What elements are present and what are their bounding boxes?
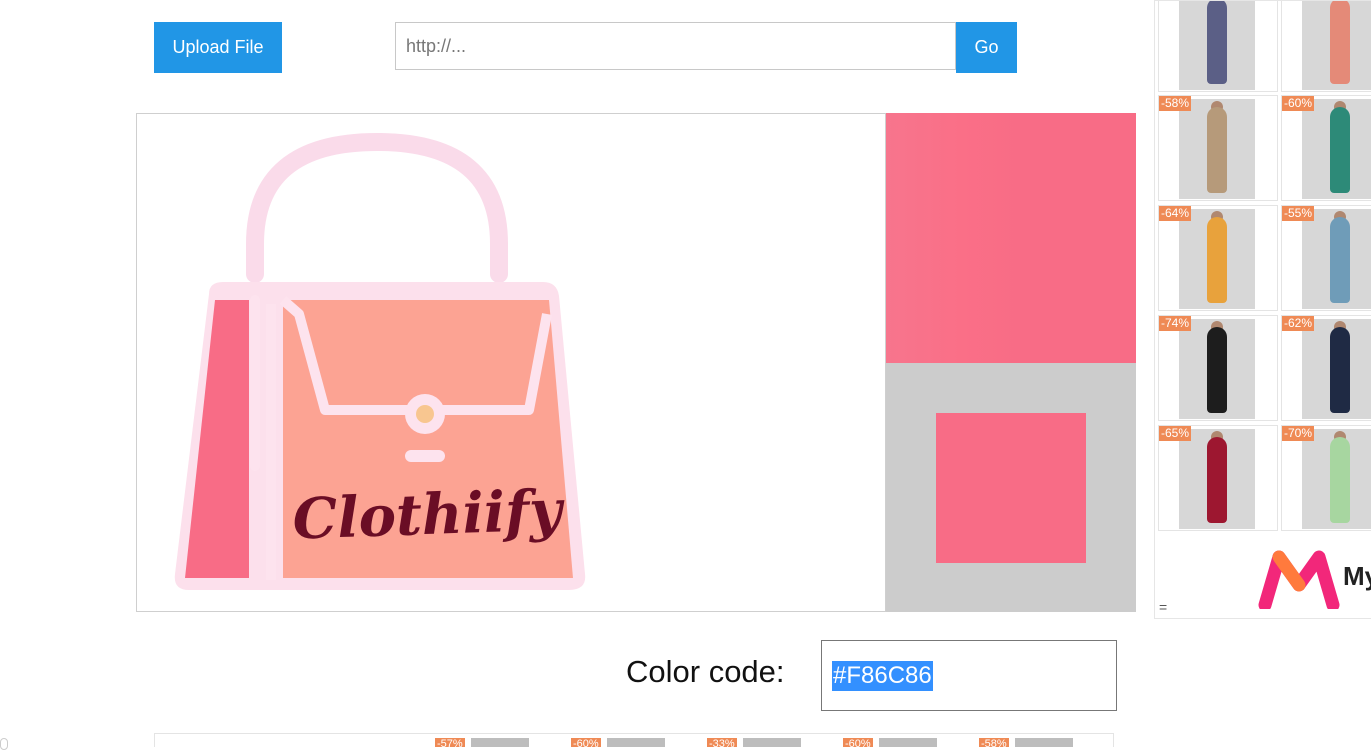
ad-logo-text: My	[1343, 561, 1371, 591]
product-image	[1302, 1, 1371, 90]
ad-product-card[interactable]: -74%	[1158, 315, 1278, 421]
product-image	[1179, 1, 1255, 90]
bottom-ad-product[interactable]: -60%	[571, 738, 703, 747]
ad-product-card[interactable]	[1158, 1, 1278, 92]
product-image-dress	[1207, 1, 1227, 84]
product-image-dress	[1207, 107, 1227, 193]
product-image	[471, 738, 529, 747]
ad-product-card[interactable]: -58%	[1158, 95, 1278, 201]
ad-product-card[interactable]: -60%	[1281, 95, 1371, 201]
ad-product-card[interactable]	[1281, 1, 1371, 92]
product-image	[1302, 429, 1371, 529]
discount-badge: -55%	[1282, 206, 1315, 221]
bottom-ad-product[interactable]: -58%	[979, 738, 1111, 747]
product-image	[1179, 429, 1255, 529]
ad-product-card[interactable]: -65%	[1158, 425, 1278, 531]
ad-product-card[interactable]: -64%	[1158, 205, 1278, 311]
discount-badge: -64%	[1159, 206, 1192, 221]
bottom-ad-strip[interactable]: -57% -60% -33% -60% -58%	[154, 733, 1114, 747]
discount-badge: -62%	[1282, 316, 1315, 331]
product-image	[743, 738, 801, 747]
logo-text: Clothiify	[292, 477, 567, 552]
product-image	[879, 738, 937, 747]
image-preview-canvas[interactable]: Clothiify	[136, 113, 886, 612]
product-image-dress	[1207, 437, 1227, 523]
product-image-dress	[1330, 217, 1350, 303]
ad-product-card[interactable]: -55%	[1281, 205, 1371, 311]
product-image-dress	[1207, 217, 1227, 303]
discount-badge: -58%	[979, 738, 1009, 747]
dominant-color-swatch	[886, 113, 1136, 363]
product-image	[1302, 99, 1371, 199]
ad-sidebar[interactable]: -58% -60% -64% -55% -74% -62% -65% -70% My =	[1154, 0, 1371, 619]
product-image	[1179, 319, 1255, 419]
product-image-dress	[1330, 1, 1350, 84]
myntra-logo-icon	[1258, 550, 1340, 609]
scroll-handle[interactable]	[0, 738, 8, 750]
discount-badge: -33%	[707, 738, 737, 747]
product-image	[1302, 209, 1371, 309]
ad-menu-icon[interactable]: =	[1159, 599, 1167, 615]
discount-badge: -58%	[1159, 96, 1192, 111]
product-image-dress	[1330, 327, 1350, 413]
product-image	[1015, 738, 1073, 747]
clothiify-logo-image: Clothiify	[174, 132, 586, 590]
go-button[interactable]: Go	[956, 22, 1017, 73]
product-image-dress	[1330, 437, 1350, 523]
product-image-dress	[1330, 107, 1350, 193]
discount-badge: -74%	[1159, 316, 1192, 331]
discount-badge: -60%	[843, 738, 873, 747]
url-input[interactable]	[395, 22, 956, 70]
product-image	[607, 738, 665, 747]
product-image	[1179, 209, 1255, 309]
discount-badge: -57%	[435, 738, 465, 747]
product-image	[1302, 319, 1371, 419]
bottom-ad-product[interactable]: -57%	[435, 738, 567, 747]
discount-badge: -60%	[1282, 96, 1315, 111]
discount-badge: -65%	[1159, 426, 1192, 441]
ad-product-card[interactable]: -70%	[1281, 425, 1371, 531]
color-code-value[interactable]: #F86C86	[832, 660, 933, 691]
ad-product-card[interactable]: -62%	[1281, 315, 1371, 421]
discount-badge: -60%	[571, 738, 601, 747]
color-code-field[interactable]: #F86C86	[821, 640, 1117, 711]
color-code-label: Color code:	[626, 654, 785, 689]
discount-badge: -70%	[1282, 426, 1315, 441]
upload-file-button[interactable]: Upload File	[154, 22, 282, 73]
bottom-ad-product[interactable]: -60%	[843, 738, 975, 747]
picked-color-swatch	[936, 413, 1086, 563]
product-image-dress	[1207, 327, 1227, 413]
product-image	[1179, 99, 1255, 199]
bottom-ad-product[interactable]: -33%	[707, 738, 839, 747]
